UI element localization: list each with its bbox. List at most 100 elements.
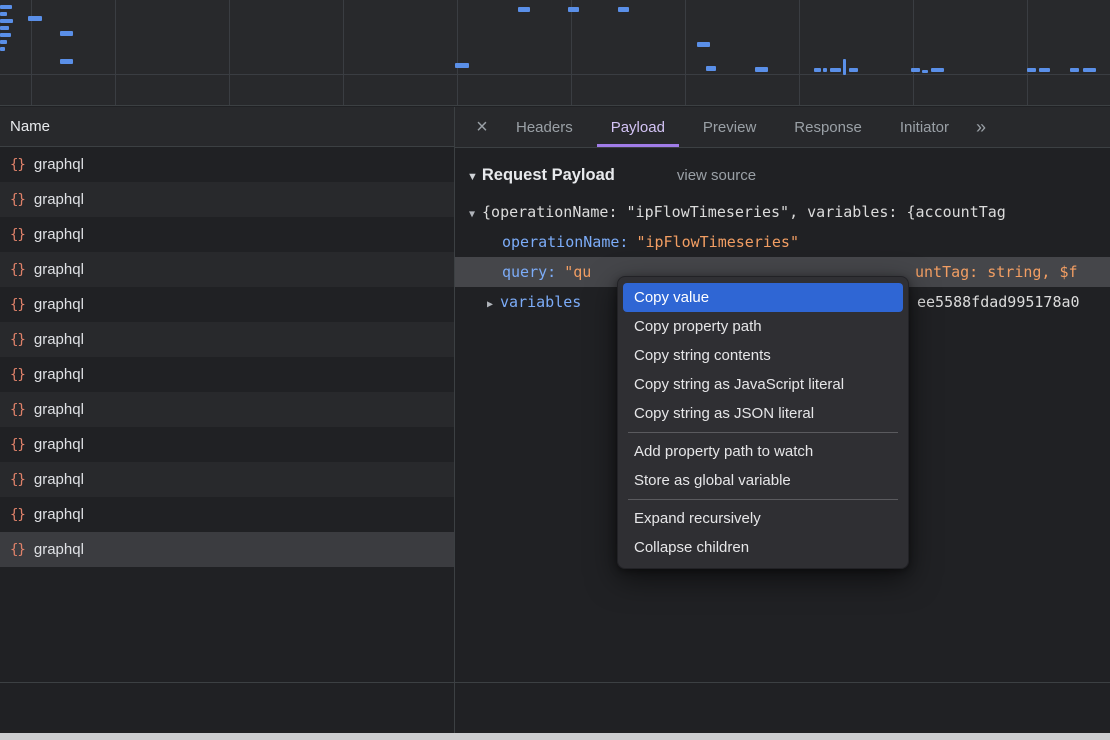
- timeline-activity-bar: [0, 12, 7, 16]
- menu-item-copy-string-as-json-literal[interactable]: Copy string as JSON literal: [623, 399, 903, 428]
- timeline-activity-bar: [1070, 68, 1079, 72]
- request-name: graphql: [34, 436, 84, 453]
- section-disclosure-icon[interactable]: ▼: [467, 171, 478, 183]
- payload-root-row[interactable]: ▼ {operationName: "ipFlowTimeseries", var…: [455, 197, 1110, 227]
- request-name: graphql: [34, 331, 84, 348]
- timeline-activity-bar: [60, 31, 73, 36]
- tab-response[interactable]: Response: [775, 107, 881, 147]
- timeline-activity-bar: [931, 68, 944, 72]
- timeline-activity-bar: [0, 47, 5, 51]
- expander-closed-icon[interactable]: ▶: [487, 299, 493, 310]
- menu-item-copy-value[interactable]: Copy value: [623, 283, 903, 312]
- request-row[interactable]: {} graphql: [0, 217, 454, 252]
- column-header-name[interactable]: Name: [0, 107, 454, 147]
- request-row[interactable]: {}graphql: [0, 532, 454, 567]
- request-payload-section: ▼ Request Payload view source: [455, 148, 1110, 197]
- json-braces-icon: {}: [10, 227, 25, 243]
- menu-item-expand-recursively[interactable]: Expand recursively: [623, 504, 903, 533]
- timeline-activity-bar: [922, 70, 928, 73]
- request-row[interactable]: {} graphql: [0, 147, 454, 182]
- property-value: "ipFlowTimeseries": [636, 233, 799, 251]
- json-braces-icon: {}: [10, 367, 25, 383]
- request-row[interactable]: {}graphql: [0, 182, 454, 217]
- payload-operation-name-row[interactable]: operationName: "ipFlowTimeseries": [455, 227, 1110, 257]
- json-braces-icon: {}: [10, 262, 25, 278]
- request-row[interactable]: {}graphql: [0, 462, 454, 497]
- property-key: variables: [500, 293, 581, 311]
- timeline-activity-bar: [849, 68, 858, 72]
- timeline-activity-bar: [618, 7, 629, 12]
- timeline-divider: [0, 74, 1110, 75]
- request-name: graphql: [34, 191, 84, 208]
- menu-separator: [628, 432, 898, 433]
- menu-item-copy-string-contents[interactable]: Copy string contents: [623, 341, 903, 370]
- request-row[interactable]: {} graphql: [0, 322, 454, 357]
- request-row[interactable]: {} graphql: [0, 392, 454, 427]
- json-braces-icon: {}: [10, 402, 25, 418]
- request-name: graphql: [34, 541, 84, 558]
- request-name: graphql: [34, 296, 84, 313]
- network-main-area: Name {}graphql{}graphql{}graphql{}graphq…: [0, 107, 1110, 733]
- tab-initiator[interactable]: Initiator: [881, 107, 968, 147]
- detail-tabs: HeadersPayloadPreviewResponseInitiator: [497, 107, 968, 147]
- json-braces-icon: {}: [10, 472, 25, 488]
- timeline-activity-bar: [697, 42, 710, 47]
- devtools-screenshot: { "colors": { "accent_purple": "#a07ce8"…: [0, 0, 1110, 740]
- root-preview-text: {operationName: "ipFlowTimeseries", vari…: [482, 203, 1006, 221]
- overflow-tabs-icon[interactable]: »: [976, 107, 986, 147]
- footer-divider: [0, 682, 1110, 683]
- menu-item-copy-string-as-javascript-literal[interactable]: Copy string as JavaScript literal: [623, 370, 903, 399]
- requests-pane: Name {}graphql{}graphql{}graphql{}graphq…: [0, 107, 455, 733]
- timeline-activity-bar: [1083, 68, 1096, 72]
- timeline-activity-bar: [568, 7, 579, 12]
- tab-headers[interactable]: Headers: [497, 107, 592, 147]
- request-row[interactable]: {}graphql: [0, 357, 454, 392]
- property-key: query:: [502, 263, 556, 281]
- timeline-activity-bar: [28, 16, 42, 21]
- timeline-activity-bar: [455, 63, 469, 68]
- timeline-activity-bar: [1039, 68, 1050, 72]
- timeline-activity-bar: [60, 59, 73, 64]
- expander-open-icon[interactable]: ▼: [469, 209, 475, 220]
- request-name: graphql: [34, 261, 84, 278]
- timeline-activity-bar: [0, 33, 11, 37]
- json-braces-icon: {}: [10, 437, 25, 453]
- request-name: graphql: [34, 506, 84, 523]
- request-row[interactable]: {} graphql: [0, 497, 454, 532]
- timeline-activity-bar: [518, 7, 530, 12]
- tab-payload[interactable]: Payload: [592, 107, 684, 147]
- menu-item-add-property-path-to-watch[interactable]: Add property path to watch: [623, 437, 903, 466]
- request-name: graphql: [34, 226, 84, 243]
- view-source-link[interactable]: view source: [677, 167, 756, 184]
- request-name: graphql: [34, 401, 84, 418]
- timeline-activity-bar: [814, 68, 821, 72]
- menu-separator: [628, 499, 898, 500]
- timeline-activity-bar: [830, 68, 841, 72]
- request-row[interactable]: {} graphql: [0, 427, 454, 462]
- section-title: Request Payload: [482, 166, 615, 185]
- json-braces-icon: {}: [10, 332, 25, 348]
- timeline-activity-bar: [911, 68, 920, 72]
- network-overview-timeline[interactable]: [0, 0, 1110, 106]
- request-list: {} graphql {} graphql {} graphql {} graphql {} gr…: [0, 147, 454, 567]
- request-name: graphql: [34, 156, 84, 173]
- json-braces-icon: {}: [10, 507, 25, 523]
- json-braces-icon: {}: [10, 297, 25, 313]
- window-bottom-edge: [0, 733, 1110, 740]
- timeline-activity-bar: [843, 59, 846, 75]
- menu-item-copy-property-path[interactable]: Copy property path: [623, 312, 903, 341]
- menu-item-store-as-global-variable[interactable]: Store as global variable: [623, 466, 903, 495]
- timeline-activity-bar: [0, 26, 9, 30]
- property-value-clipped: ee5588fdad995178a0: [917, 287, 1080, 317]
- property-key: operationName:: [502, 233, 628, 251]
- request-row[interactable]: {} graphql: [0, 287, 454, 322]
- timeline-activity-bar: [755, 67, 768, 72]
- menu-item-collapse-children[interactable]: Collapse children: [623, 533, 903, 562]
- detail-tabbar: × HeadersPayloadPreviewResponseInitiator…: [455, 107, 1110, 148]
- json-braces-icon: {}: [10, 157, 25, 173]
- tab-preview[interactable]: Preview: [684, 107, 775, 147]
- close-icon[interactable]: ×: [467, 107, 497, 147]
- timeline-activity-bar: [0, 5, 12, 9]
- request-row[interactable]: {} graphql: [0, 252, 454, 287]
- timeline-activity-bar: [0, 40, 7, 44]
